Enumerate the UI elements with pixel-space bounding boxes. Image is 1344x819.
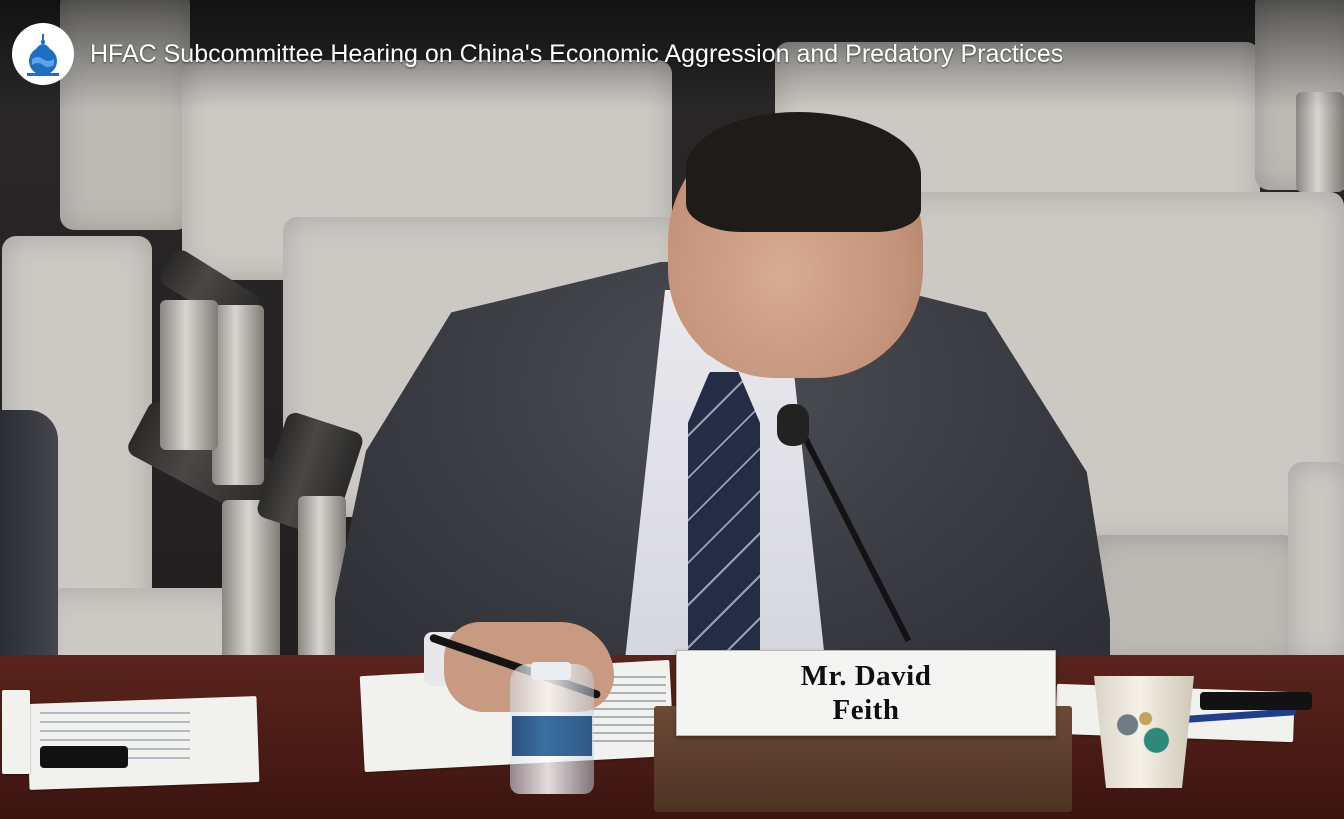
microphone-icon bbox=[777, 404, 809, 446]
bottle-label bbox=[512, 716, 592, 756]
armrest-chrome bbox=[212, 305, 264, 485]
hair bbox=[686, 112, 921, 232]
nameplate-line-1: Mr. David bbox=[800, 660, 932, 692]
white-card bbox=[2, 690, 30, 774]
right-chair bbox=[1288, 462, 1344, 662]
video-title[interactable]: HFAC Subcommittee Hearing on China's Eco… bbox=[90, 40, 1063, 69]
bottle-cap bbox=[531, 662, 571, 680]
striped-tie bbox=[688, 372, 760, 654]
capitol-dome-globe-icon bbox=[27, 34, 59, 76]
cup-pattern bbox=[1106, 700, 1178, 762]
phone bbox=[40, 746, 128, 768]
armrest-chrome bbox=[160, 300, 218, 450]
phone bbox=[1200, 692, 1312, 710]
nameplate-line-2: Feith bbox=[832, 694, 900, 726]
witness-chair-seat bbox=[1085, 535, 1300, 665]
nameplate: Mr. David Feith bbox=[676, 650, 1056, 736]
channel-logo[interactable] bbox=[12, 23, 74, 85]
video-frame[interactable]: Mr. David Feith HFAC Subcommittee Hearin… bbox=[0, 0, 1344, 819]
